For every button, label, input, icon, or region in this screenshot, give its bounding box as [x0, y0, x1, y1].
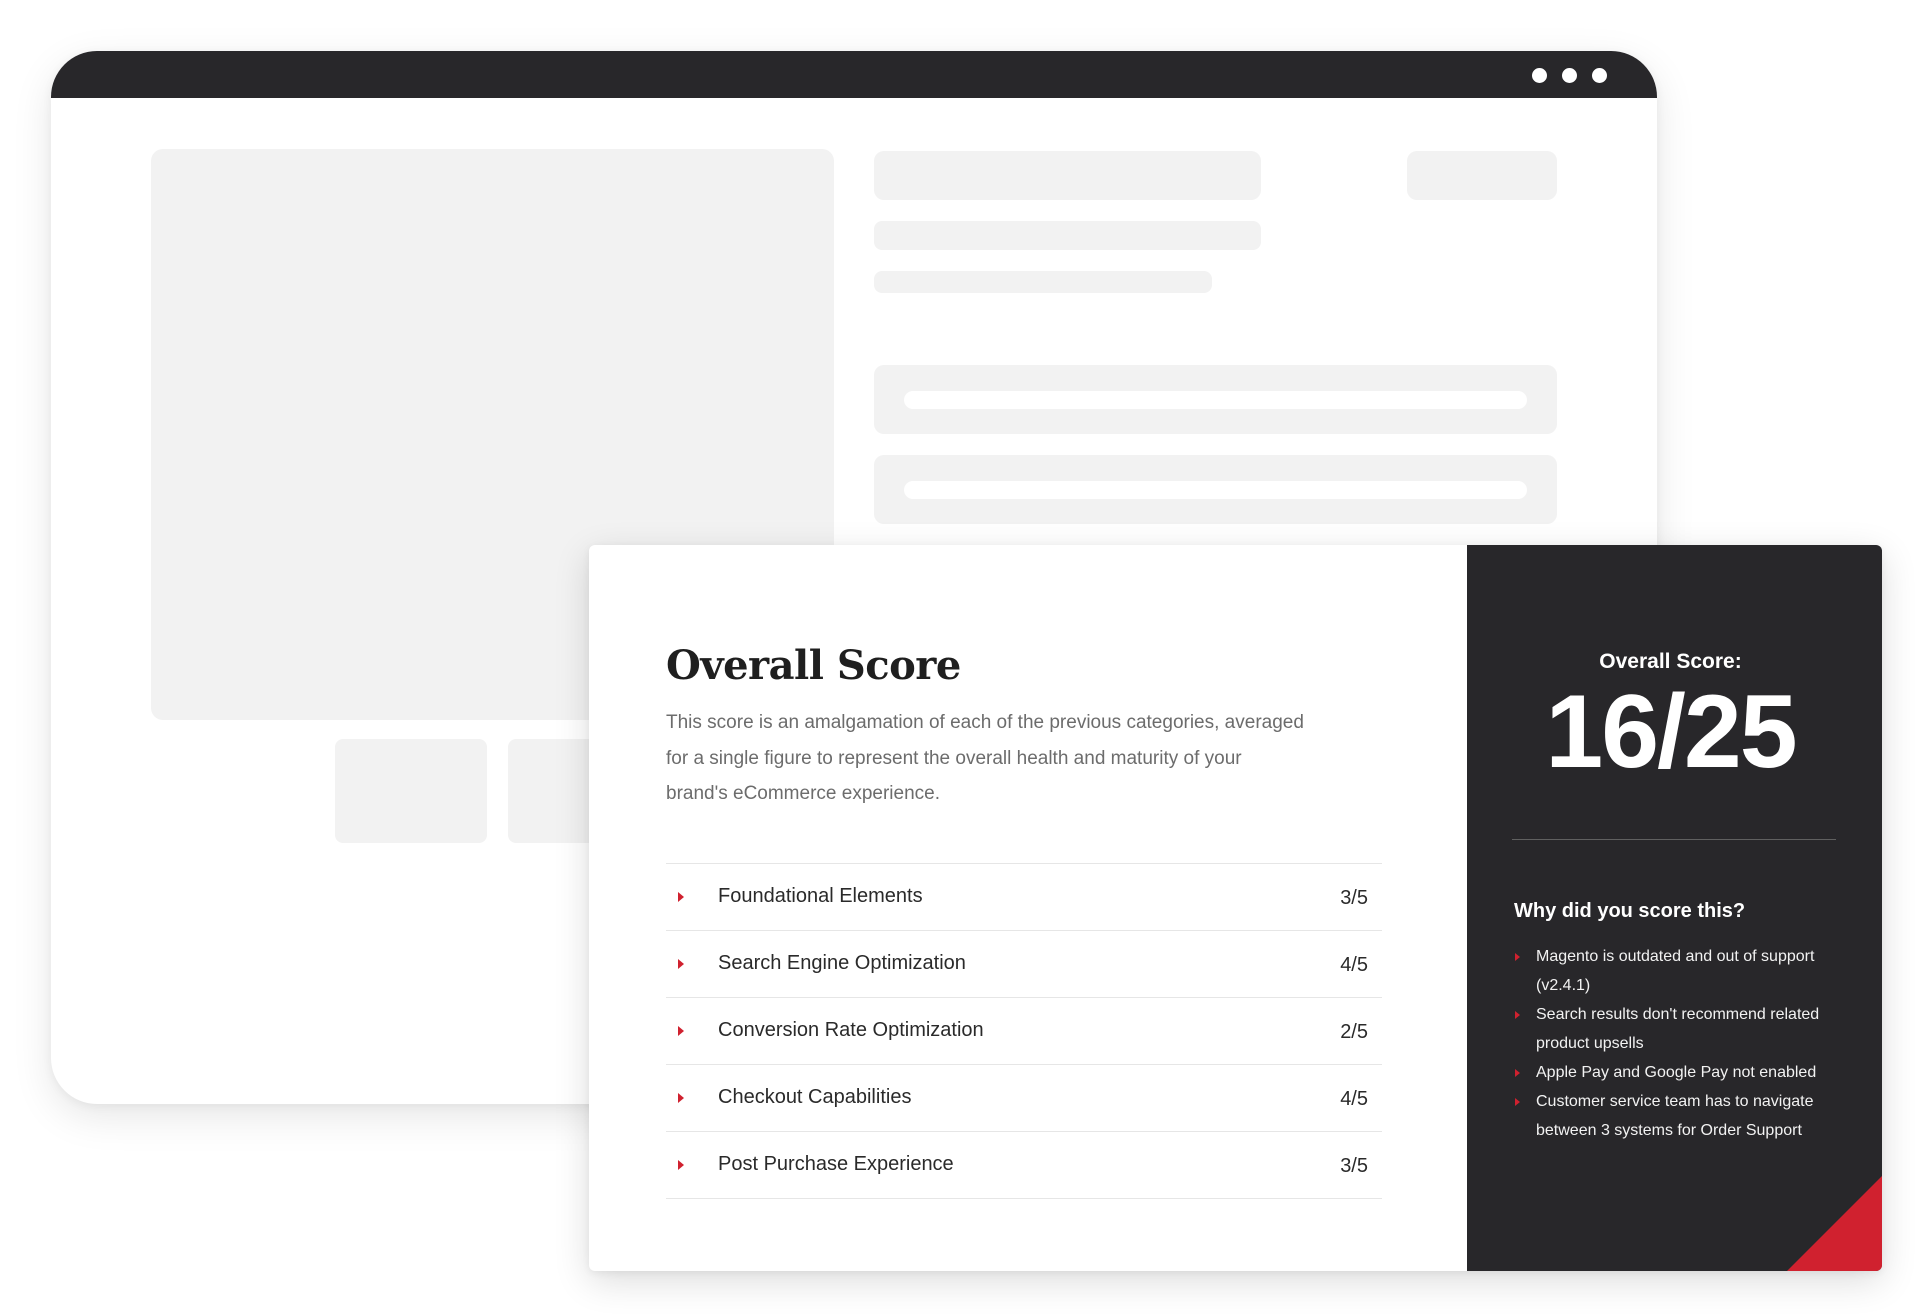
- card-title: Overall Score: [666, 642, 961, 689]
- caret-right-icon: [678, 959, 684, 969]
- window-dot-icon[interactable]: [1592, 68, 1607, 83]
- reason-text: Search results don't recommend related p…: [1536, 1006, 1820, 1052]
- why-score-heading: Why did you score this?: [1514, 900, 1746, 922]
- caret-right-icon: [678, 892, 684, 902]
- option-field-line: [904, 481, 1527, 499]
- category-score: 2/5: [1340, 1021, 1368, 1043]
- option-field-placeholder: [874, 455, 1557, 524]
- window-dot-icon[interactable]: [1562, 68, 1577, 83]
- accent-corner-triangle: [1787, 1176, 1882, 1271]
- category-row[interactable]: Conversion Rate Optimization 2/5: [666, 998, 1382, 1065]
- category-label: Search Engine Optimization: [718, 952, 966, 974]
- window-dot-icon[interactable]: [1532, 68, 1547, 83]
- caret-right-icon: [678, 1093, 684, 1103]
- reason-item: Customer service team has to navigate be…: [1514, 1087, 1844, 1145]
- reason-list: Magento is outdated and out of support (…: [1514, 942, 1844, 1145]
- category-label: Conversion Rate Optimization: [718, 1019, 984, 1041]
- caret-right-icon: [678, 1026, 684, 1036]
- category-row[interactable]: Search Engine Optimization 4/5: [666, 931, 1382, 998]
- overall-score-label: Overall Score:: [1599, 650, 1742, 673]
- category-label: Post Purchase Experience: [718, 1153, 954, 1175]
- category-score: 3/5: [1340, 887, 1368, 909]
- category-row[interactable]: Checkout Capabilities 4/5: [666, 1065, 1382, 1132]
- caret-right-icon: [1515, 1011, 1520, 1019]
- category-score: 4/5: [1340, 1088, 1368, 1110]
- thumbnail-placeholder: [335, 739, 487, 843]
- subtitle-placeholder: [874, 221, 1261, 250]
- option-field-line: [904, 391, 1527, 409]
- overall-score-value: 16/25: [1545, 674, 1797, 790]
- reason-item: Search results don't recommend related p…: [1514, 1000, 1844, 1058]
- product-title-placeholder: [874, 151, 1261, 200]
- category-label: Checkout Capabilities: [718, 1086, 912, 1108]
- category-score: 3/5: [1340, 1155, 1368, 1177]
- caret-right-icon: [1515, 1069, 1520, 1077]
- caret-right-icon: [1515, 953, 1520, 961]
- caret-right-icon: [1515, 1098, 1520, 1106]
- reason-text: Magento is outdated and out of support (…: [1536, 948, 1815, 994]
- category-row[interactable]: Post Purchase Experience 3/5: [666, 1132, 1382, 1199]
- caret-right-icon: [678, 1160, 684, 1170]
- category-label: Foundational Elements: [718, 885, 923, 907]
- category-score-list: Foundational Elements 3/5 Search Engine …: [666, 863, 1382, 1199]
- meta-placeholder: [874, 271, 1212, 293]
- reason-item: Magento is outdated and out of support (…: [1514, 942, 1844, 1000]
- score-details-panel: Overall Score This score is an amalgamat…: [589, 545, 1467, 1271]
- price-placeholder: [1407, 151, 1557, 200]
- option-field-placeholder: [874, 365, 1557, 434]
- reason-text: Customer service team has to navigate be…: [1536, 1093, 1814, 1139]
- reason-item: Apple Pay and Google Pay not enabled: [1514, 1058, 1844, 1087]
- card-description: This score is an amalgamation of each of…: [666, 712, 1304, 804]
- browser-title-bar: [51, 51, 1657, 98]
- stage: Overall Score This score is an amalgamat…: [0, 0, 1920, 1314]
- category-row[interactable]: Foundational Elements 3/5: [666, 864, 1382, 931]
- panel-divider: [1512, 839, 1836, 840]
- overall-score-card: Overall Score This score is an amalgamat…: [589, 545, 1882, 1271]
- reason-text: Apple Pay and Google Pay not enabled: [1536, 1064, 1817, 1081]
- category-score: 4/5: [1340, 954, 1368, 976]
- overall-score-panel: Overall Score: 16/25 Why did you score t…: [1467, 545, 1882, 1271]
